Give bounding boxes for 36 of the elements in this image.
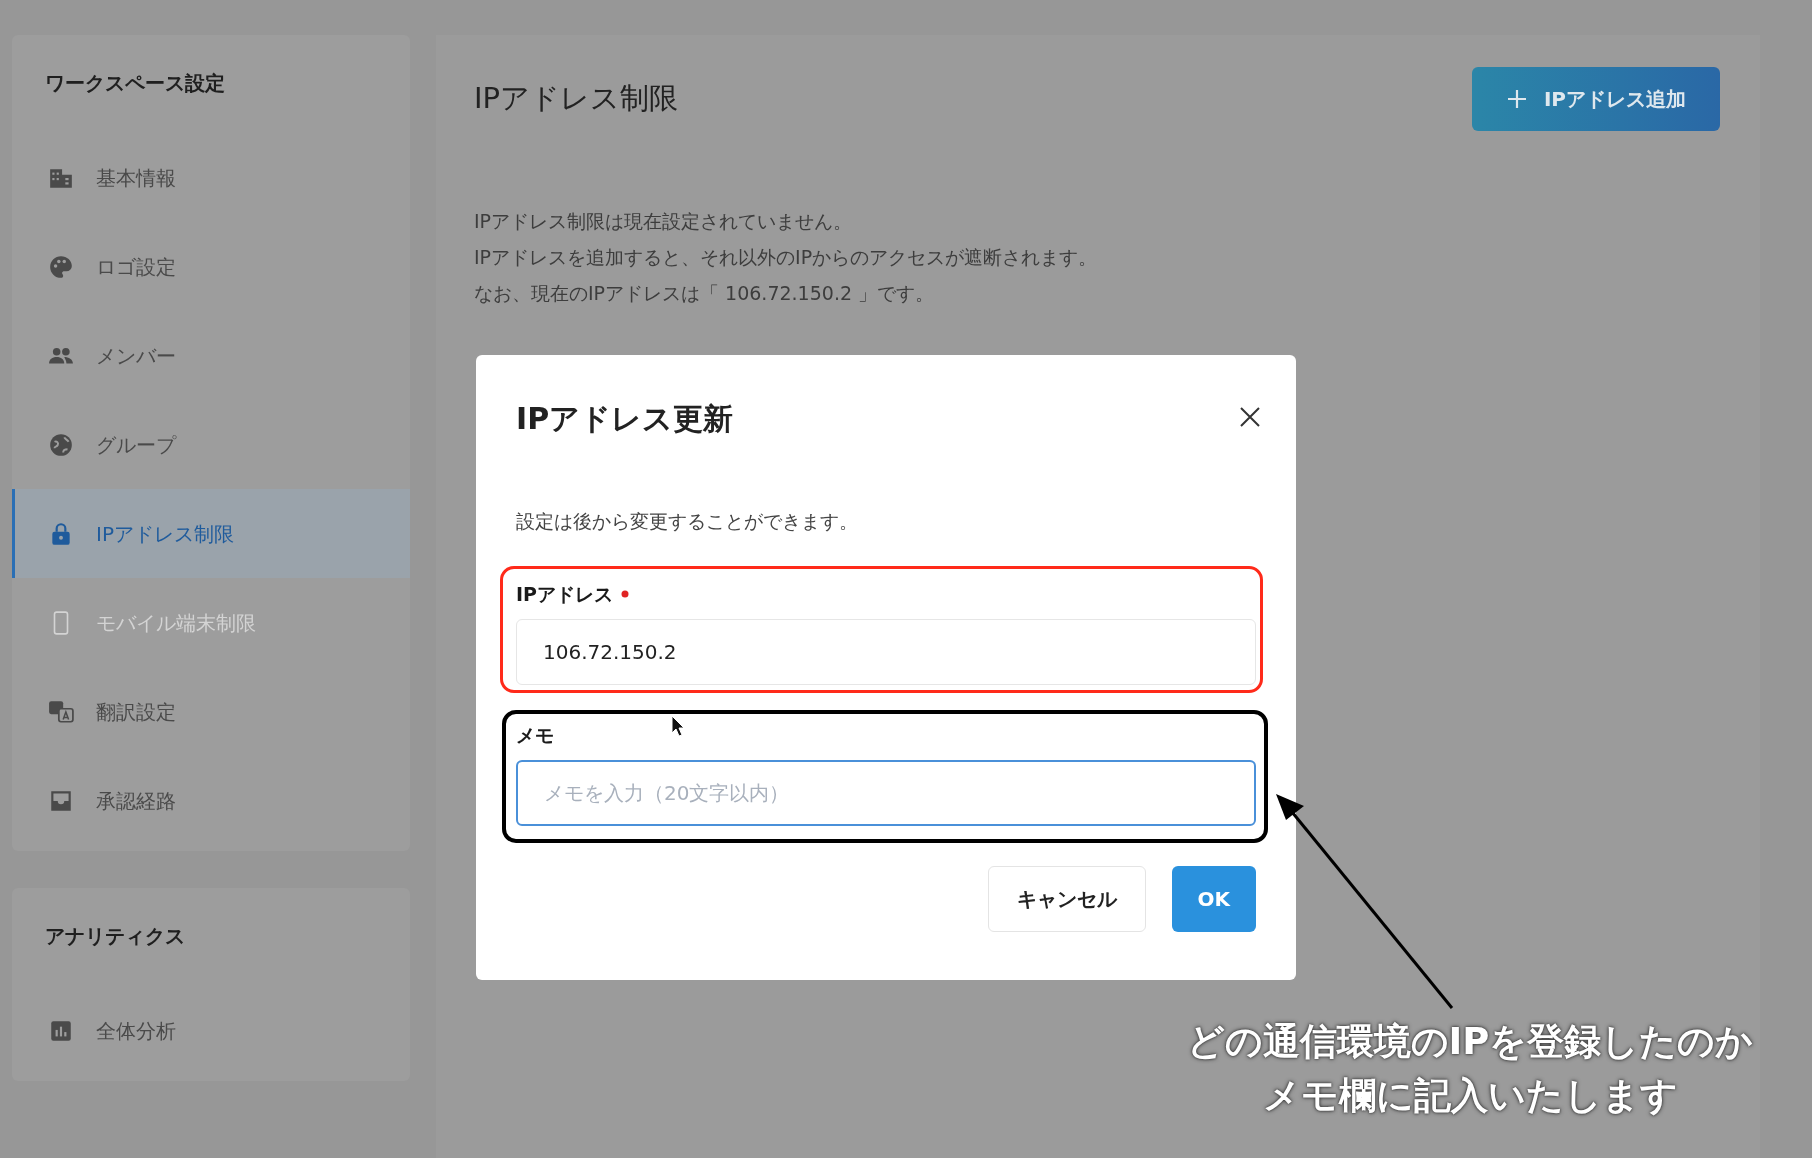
- sidebar-heading: アナリティクス: [44, 923, 186, 950]
- sidebar-item-label: IPアドレス制限: [96, 520, 234, 548]
- translate-icon: [48, 698, 74, 725]
- mouse-pointer-icon: [671, 715, 685, 737]
- sidebar-item-label: 全体分析: [96, 1017, 176, 1045]
- palette-icon: [48, 253, 74, 280]
- sidebar-item[interactable]: メンバー: [12, 311, 410, 400]
- close-icon: [1238, 405, 1262, 429]
- dialog-title: IPアドレス更新: [516, 400, 734, 438]
- sidebar-item[interactable]: ロゴ設定: [12, 222, 410, 311]
- globe-icon: [48, 431, 74, 458]
- sidebar-item-label: グループ: [96, 431, 176, 459]
- cancel-button[interactable]: キャンセル: [987, 866, 1146, 932]
- dialog-description: 設定は後から変更することができます。: [516, 509, 859, 534]
- input-field[interactable]: メモを入力（20文字以内）: [516, 760, 1256, 826]
- field-label: メモ: [516, 722, 554, 748]
- sidebar-heading: ワークスペース設定: [44, 70, 226, 97]
- field-label: IPアドレス: [516, 581, 613, 607]
- sidebar-item-label: 基本情報: [96, 164, 176, 192]
- info-text: IPアドレス制限は現在設定されていません。 IPアドレスを追加すると、それ以外のIPからのアクセスが遮断されます。 なお、現在のIPアドレスは「 106.72.150.2 」です。: [474, 209, 1099, 306]
- sidebar-item[interactable]: 基本情報: [12, 133, 410, 222]
- sidebar-item[interactable]: 承認経路: [12, 756, 410, 845]
- ok-button[interactable]: OK: [1171, 866, 1256, 932]
- input-field[interactable]: 106.72.150.2: [516, 619, 1256, 685]
- sidebar-item-label: メンバー: [96, 342, 176, 370]
- sidebar-item-label: 承認経路: [96, 787, 176, 815]
- sidebar-item[interactable]: 翻訳設定: [12, 667, 410, 756]
- annotation-text: どの通信環境のIPを登録したのか メモ欄に記入いたします: [1185, 1019, 1755, 1119]
- sidebar-item-label: ロゴ設定: [96, 253, 176, 281]
- sidebar-item-label: 翻訳設定: [96, 698, 176, 726]
- plus-icon: [1505, 88, 1528, 110]
- sidebar-item[interactable]: グループ: [12, 400, 410, 489]
- sidebar-item[interactable]: IPアドレス制限: [12, 489, 410, 578]
- add-button[interactable]: IPアドレス追加: [1471, 67, 1720, 131]
- sidebar-item[interactable]: 全体分析: [12, 986, 410, 1075]
- page-title: IPアドレス制限: [474, 80, 679, 118]
